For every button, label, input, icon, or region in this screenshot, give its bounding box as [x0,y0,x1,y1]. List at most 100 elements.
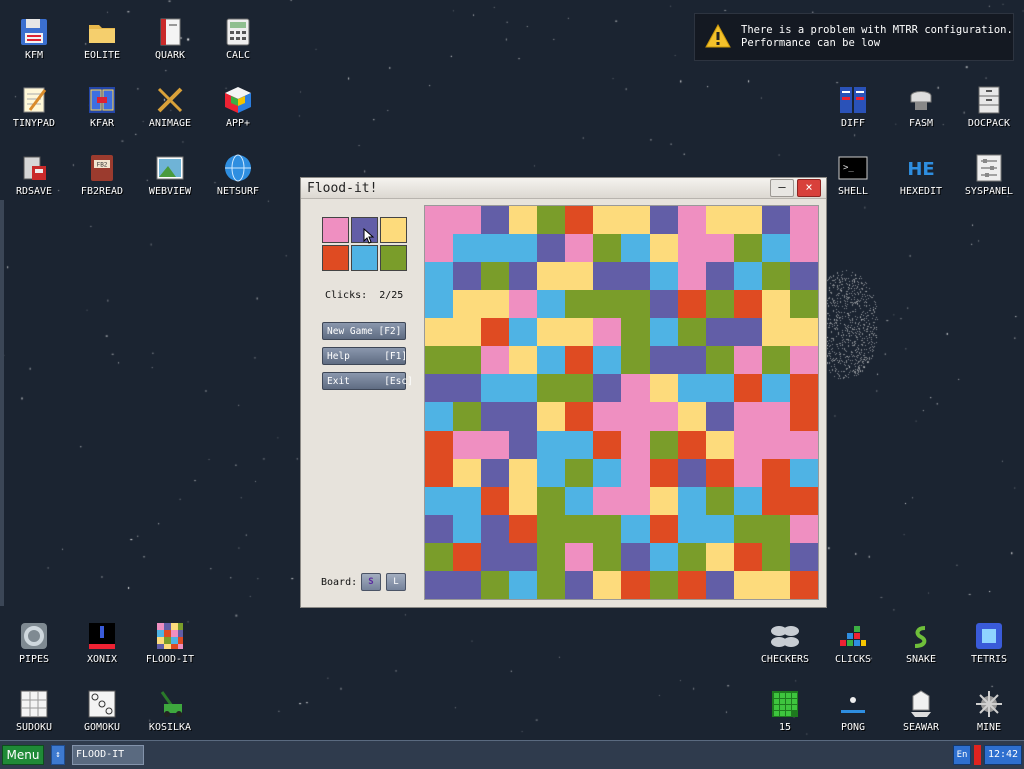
desktop-icon-hexedit[interactable]: HE HEXEDIT [887,144,955,210]
desktop-icon-label: TETRIS [970,654,1008,665]
desktop-icon-kfm[interactable]: KFM [0,8,68,74]
desktop-icon-diff[interactable]: DIFF [819,76,887,142]
taskbar-switch-button[interactable]: ↕ [51,745,65,765]
board-small-label: S [368,577,374,587]
picture-icon [156,156,184,180]
board-cell [425,402,454,431]
desktop-icon-checkers[interactable]: CHECKERS [751,612,819,678]
board-large-button[interactable]: L [386,573,406,591]
color-swatch-yellow[interactable] [380,217,407,243]
board-cell [649,402,678,431]
board-cell [481,542,510,571]
flood-it-window[interactable]: Flood-it! – × Clicks: 2/25 New Game [F2]… [300,177,827,608]
desktop-icon-label: XONIX [86,654,118,665]
board-cell [481,346,510,375]
desktop-icon-seawar[interactable]: SEAWAR [887,680,955,746]
board-cell [621,570,650,599]
board-cell [733,430,762,459]
desktop-icon-15[interactable]: 15 [751,680,819,746]
board-cell [565,514,594,543]
color-swatch-red[interactable] [322,245,349,271]
desktop-icon-tetris[interactable]: TETRIS [955,612,1023,678]
desktop-icon-label: SEAWAR [902,722,940,733]
clock[interactable]: 12:42 [984,745,1022,765]
board-cell [705,542,734,571]
flood-board[interactable] [424,205,819,600]
board-cell [705,402,734,431]
desktop-icon-kfar[interactable]: KFAR [68,76,136,142]
desktop-icon-sudoku[interactable]: SUDOKU [0,680,68,746]
board-cell [621,430,650,459]
desktop-icon-mine[interactable]: MINE [955,680,1023,746]
close-button[interactable]: × [797,179,821,197]
mtrr-warning-notification[interactable]: There is a problem with MTRR configurati… [694,13,1014,61]
taskbar-item-flood-it[interactable]: FLOOD-IT [72,745,144,765]
board-cell [677,206,706,235]
board-cell [789,346,818,375]
desktop-icon-fasm[interactable]: FASM [887,76,955,142]
desktop-icon-kosilka[interactable]: KOSILKA [136,680,204,746]
desktop-icon-rdsave[interactable]: RDSAVE [0,144,68,210]
board-cell [761,262,790,291]
board-cell [789,374,818,403]
desktop-icon-tinypad[interactable]: TINYPAD [0,76,68,142]
desktop-icon-app-[interactable]: APP+ [204,76,272,142]
desktop-icon-pipes[interactable]: PIPES [0,612,68,678]
desktop-icon-fb2read[interactable]: FB2 FB2READ [68,144,136,210]
desktop-icon-flood-it[interactable]: FLOOD-IT [136,612,204,678]
desktop-icon-webview[interactable]: WEBVIEW [136,144,204,210]
rubik-cube-icon [225,87,251,113]
board-cell [761,206,790,235]
board-cell [453,542,482,571]
window-titlebar[interactable]: Flood-it! – × [301,178,826,199]
board-cell [789,430,818,459]
board-cell [789,262,818,291]
menu-button[interactable]: Menu [2,745,44,765]
board-cell [565,402,594,431]
clicks-value: 2/25 [379,290,404,301]
desktop-icon-calc[interactable]: CALC [204,8,272,74]
desktop-icon-netsurf[interactable]: NETSURF [204,144,272,210]
board-cell [537,318,566,347]
board-cell [621,290,650,319]
minimize-button[interactable]: – [770,179,794,197]
desktop-icon-xonix[interactable]: XONIX [68,612,136,678]
board-cell [705,234,734,263]
board-cell [621,206,650,235]
desktop-icon-label: DOCPACK [967,118,1011,129]
board-cell [733,346,762,375]
board-small-button[interactable]: S [361,573,381,591]
desktop-icon-snake[interactable]: SNAKE [887,612,955,678]
new-game-button[interactable]: New Game [F2] [322,322,406,340]
board-cell [425,262,454,291]
keyboard-layout-indicator[interactable]: En [953,745,971,765]
board-cell [537,514,566,543]
desktop-icon-animage[interactable]: ANIMAGE [136,76,204,142]
board-cell [789,206,818,235]
board-cell [453,486,482,515]
desktop-icon-eolite[interactable]: EOLITE [68,8,136,74]
desktop-icon-syspanel[interactable]: SYSPANEL [955,144,1023,210]
color-swatch-blue[interactable] [351,245,378,271]
snake-icon [914,626,927,648]
desktop-icon-label: HEXEDIT [899,186,943,197]
board-cell [593,318,622,347]
board-cell [425,206,454,235]
desktop-icon-docpack[interactable]: DOCPACK [955,76,1023,142]
board-cell [509,430,538,459]
color-swatch-pink[interactable] [322,217,349,243]
desktop-icon-pong[interactable]: PONG [819,680,887,746]
desktop-icon-shell[interactable]: >_ SHELL [819,144,887,210]
warning-icon [705,24,731,48]
board-cell [649,570,678,599]
assembler-icon [910,91,932,110]
desktop-icon-clicks[interactable]: CLICKS [819,612,887,678]
board-cell [649,542,678,571]
color-swatch-green[interactable] [380,245,407,271]
desktop-icon-gomoku[interactable]: GOMOKU [68,680,136,746]
board-cell [509,206,538,235]
desktop-icon-quark[interactable]: QUARK [136,8,204,74]
board-cell [481,514,510,543]
help-button[interactable]: Help [F1] [322,347,407,365]
exit-button[interactable]: Exit [Esc] [322,372,413,390]
